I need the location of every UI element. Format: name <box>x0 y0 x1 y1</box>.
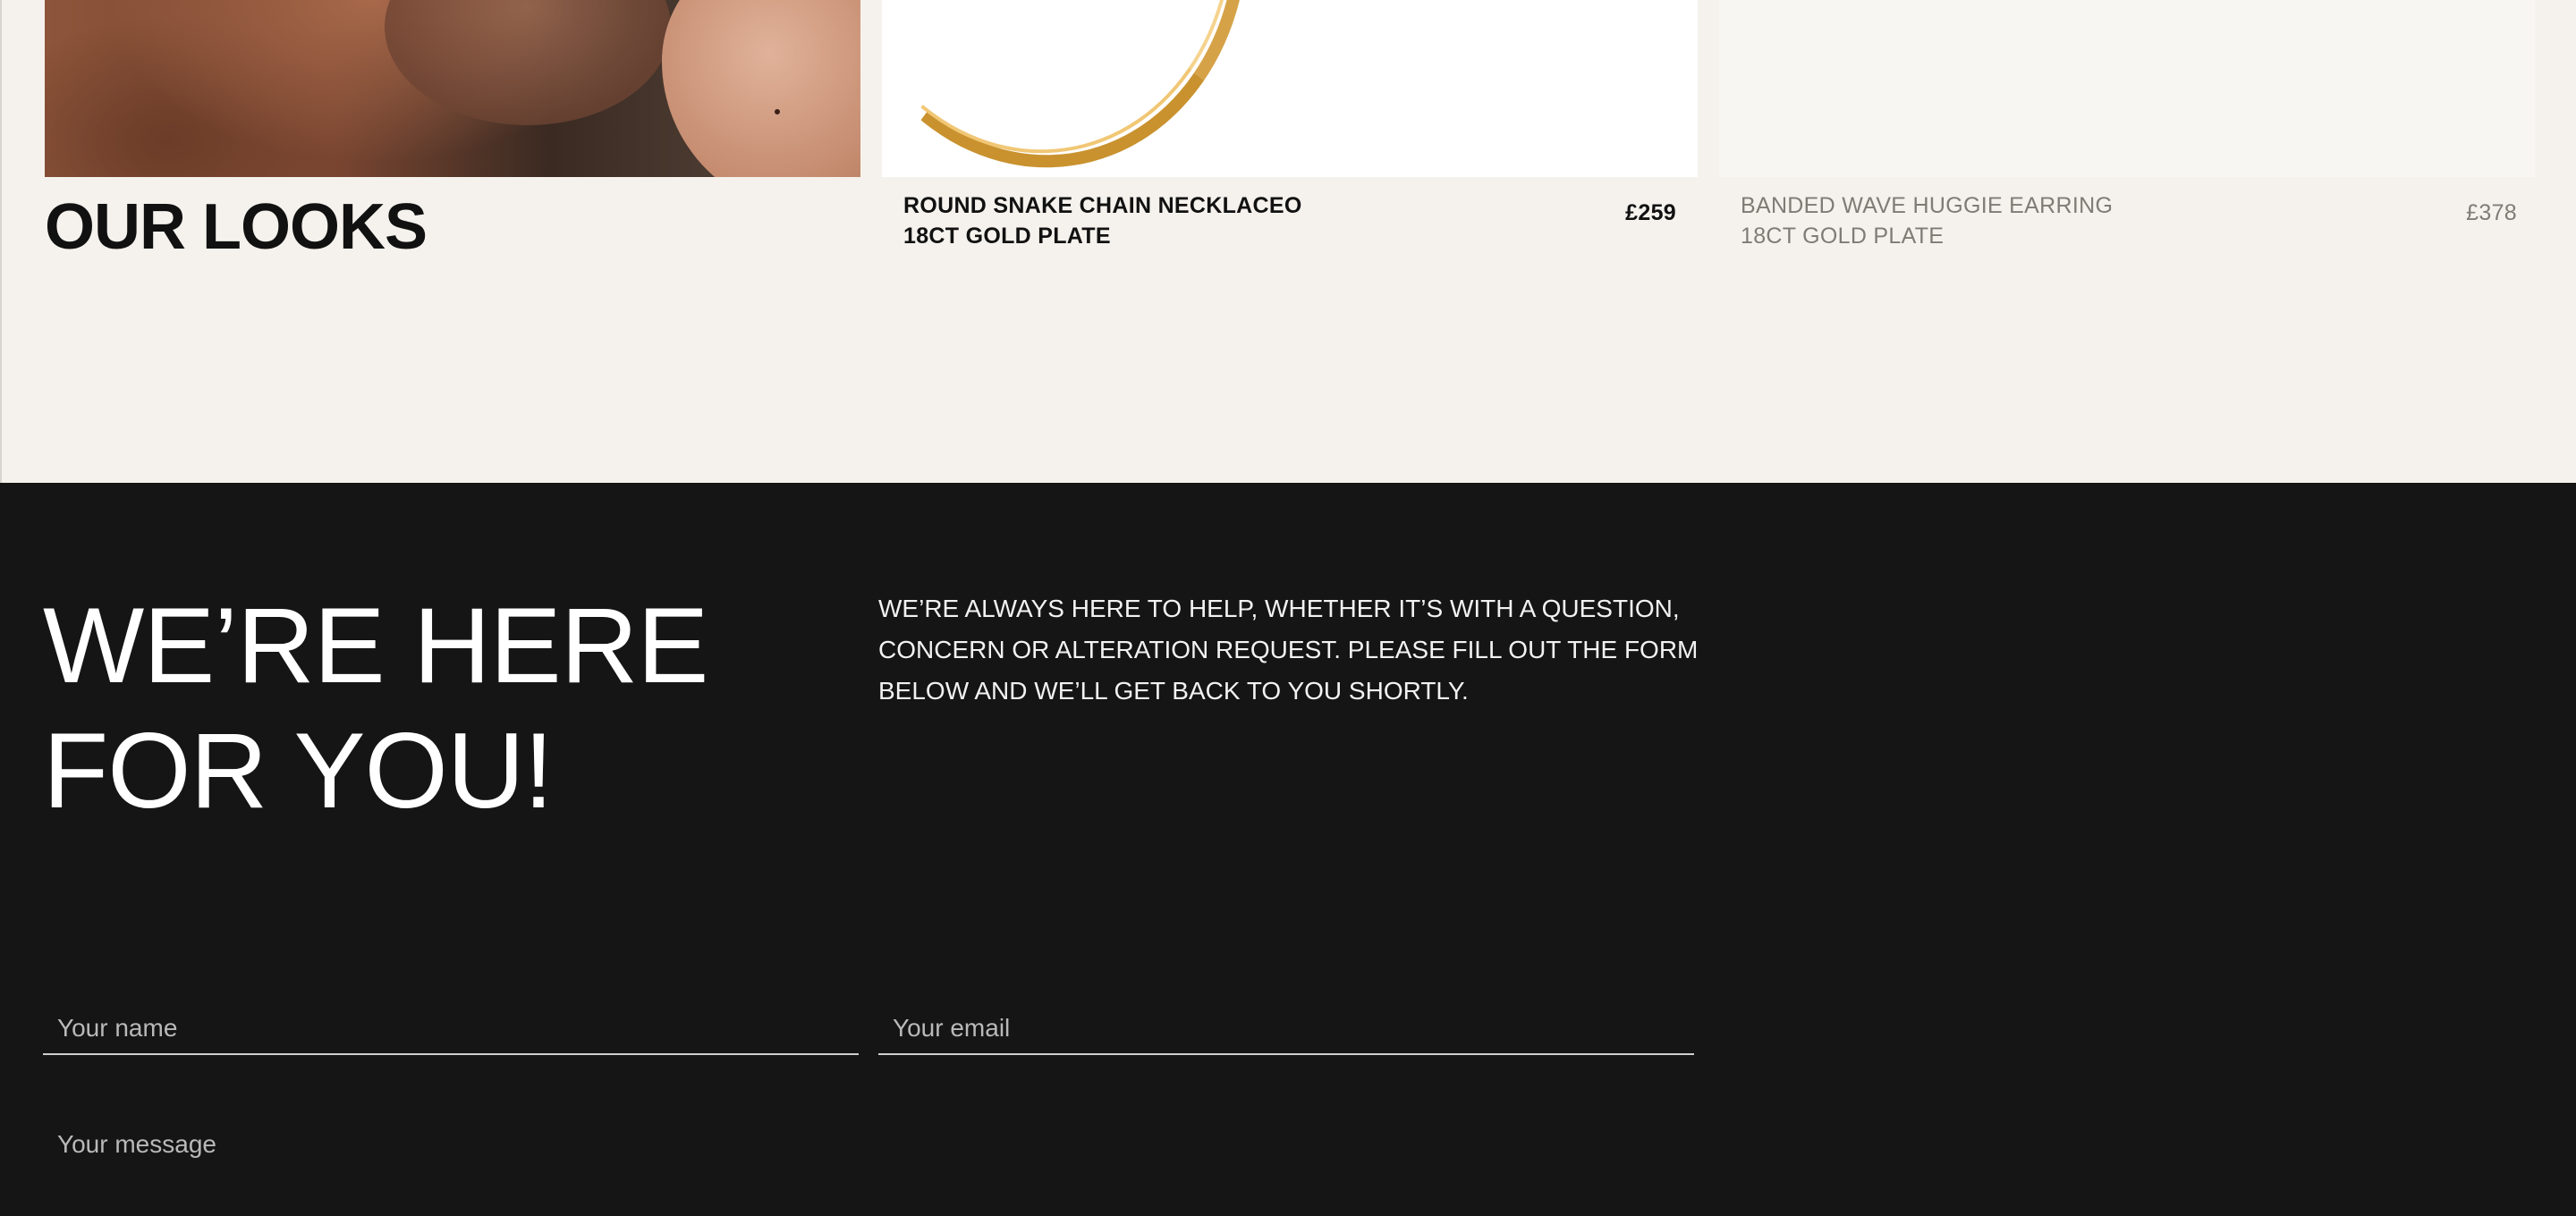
necklace-product-image[interactable] <box>882 0 1698 177</box>
skin-detail <box>775 109 780 114</box>
necklace-name-line2: 18CT GOLD PLATE <box>903 224 1111 249</box>
necklace-price: £259 <box>1625 200 1676 225</box>
our-looks-heading: OUR LOOKS <box>45 191 428 263</box>
message-input[interactable] <box>43 1121 859 1211</box>
email-field <box>878 1003 1694 1055</box>
our-looks-image[interactable] <box>45 0 860 177</box>
name-input[interactable] <box>43 1003 859 1053</box>
contact-heading: WE’RE HERE FOR YOU! <box>43 586 708 831</box>
earring-price: £378 <box>2466 200 2517 225</box>
message-field <box>43 1121 859 1216</box>
contact-intro-text: WE’RE ALWAYS HERE TO HELP, WHETHER IT’S … <box>878 595 1699 705</box>
name-field <box>43 1003 859 1055</box>
necklace-name-line1: ROUND SNAKE CHAIN NECKLACEO <box>903 193 1302 218</box>
hand-shape <box>662 0 860 177</box>
necklace-product-name[interactable]: ROUND SNAKE CHAIN NECKLACEO 18CT GOLD PL… <box>903 190 1302 251</box>
contact-section: WE’RE HERE FOR YOU! WE’RE ALWAYS HERE TO… <box>0 483 2576 1216</box>
earring-product-name[interactable]: BANDED WAVE HUGGIE EARRING 18CT GOLD PLA… <box>1741 190 2113 251</box>
products-section: OUR LOOKS ROUND SNAKE CHAIN NECKLACEO 18… <box>0 0 2576 483</box>
earring-product-image[interactable] <box>1719 0 2535 177</box>
earring-name-line1: BANDED WAVE HUGGIE EARRING <box>1741 193 2114 218</box>
earring-name-line2: 18CT GOLD PLATE <box>1741 224 1945 249</box>
email-input[interactable] <box>878 1003 1694 1053</box>
